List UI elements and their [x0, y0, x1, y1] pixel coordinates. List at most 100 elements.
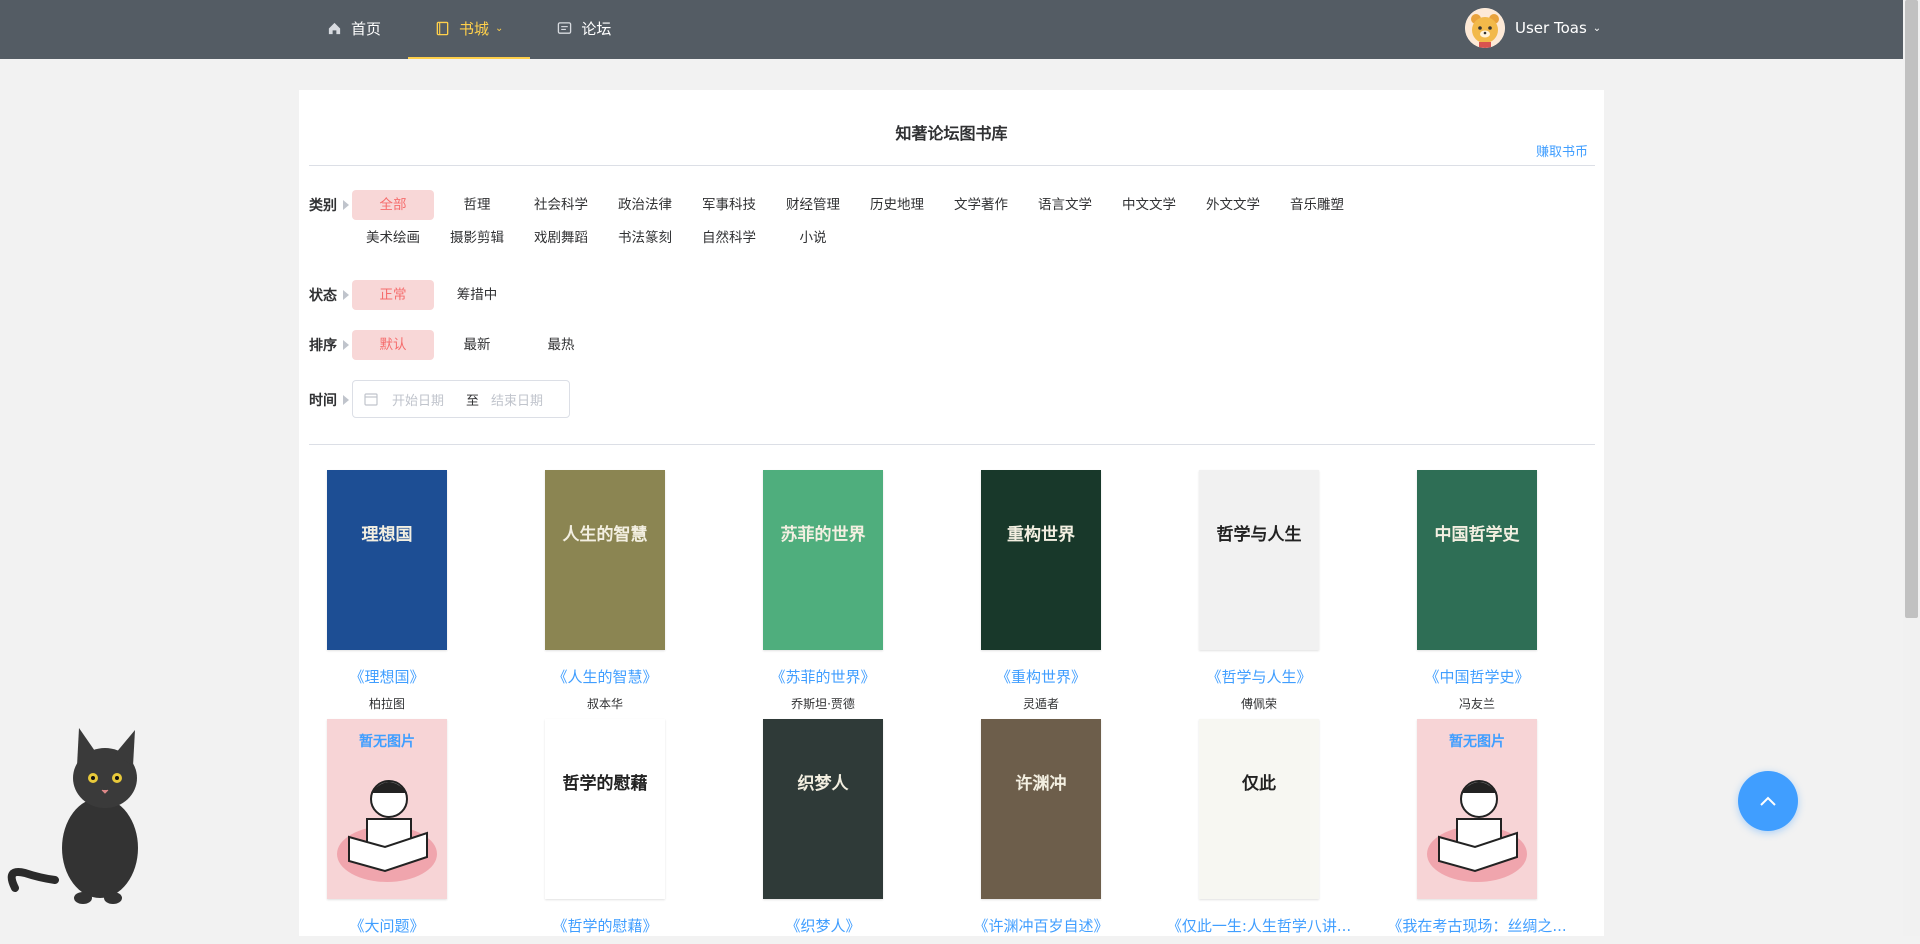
earn-coins-link[interactable]: 赚取书币 — [1536, 141, 1588, 160]
category-option[interactable]: 军事科技 — [688, 190, 770, 220]
book-title-link[interactable]: 《人生的智慧》 — [505, 666, 705, 687]
bear-avatar-icon — [1465, 8, 1505, 48]
no-image-label: 暂无图片 — [359, 734, 415, 750]
book-title-link[interactable]: 《许渊冲百岁自述》 — [941, 915, 1141, 936]
scrollbar-thumb[interactable] — [1905, 0, 1918, 618]
category-option[interactable]: 音乐雕塑 — [1276, 190, 1358, 220]
sort-option[interactable]: 最热 — [520, 330, 602, 360]
book-author: 傅佩荣 — [1240, 697, 1277, 711]
book-cover[interactable]: 暂无图片 — [327, 719, 447, 899]
book-title-link[interactable]: 《仅此一生:人生哲学八讲... — [1159, 915, 1359, 936]
book-cover[interactable]: 仅此 — [1199, 719, 1319, 899]
category-option[interactable]: 中文文学 — [1108, 190, 1190, 220]
book-item: 中国哲学史 《中国哲学史》 冯友兰 — [1377, 470, 1577, 712]
status-option[interactable]: 正常 — [352, 280, 434, 310]
nav-item-label: 首页 — [351, 20, 382, 38]
book-cover[interactable]: 哲学与人生 — [1199, 470, 1319, 650]
nav-item-label: 论坛 — [581, 20, 612, 38]
book-item: 人生的智慧《人生的智慧》叔本华 — [505, 470, 705, 712]
book-cover[interactable]: 理想国 — [327, 470, 447, 650]
book-item: 理想国 《理想国》 柏拉图 — [287, 470, 487, 712]
category-option[interactable]: 语言文学 — [1024, 190, 1106, 220]
book-author: 叔本华 — [586, 697, 623, 711]
book-item: 暂无图片 《大问题》 — [287, 719, 487, 944]
cover-title: 中国哲学史 — [1434, 525, 1520, 545]
sort-option[interactable]: 最新 — [436, 330, 518, 360]
avatar — [1465, 8, 1505, 48]
book-icon — [436, 21, 449, 36]
back-to-top-button[interactable] — [1738, 771, 1798, 831]
book-item: 哲学的慰藉《哲学的慰藉》 — [505, 719, 705, 944]
category-option[interactable]: 自然科学 — [688, 223, 770, 253]
status-option[interactable]: 筹措中 — [436, 280, 518, 310]
category-option[interactable]: 小说 — [772, 223, 854, 253]
cat-mascot-icon — [7, 728, 138, 904]
book-cover[interactable]: 人生的智慧 — [545, 470, 665, 650]
book-item: 许渊冲《许渊冲百岁自述》 — [941, 719, 1141, 944]
cover-title: 织梦人 — [797, 774, 849, 794]
book-cover[interactable]: 中国哲学史 — [1417, 470, 1537, 650]
book-cover[interactable]: 哲学的慰藉 — [545, 719, 665, 899]
book-title-link[interactable]: 《大问题》 — [287, 915, 487, 936]
cover-title: 哲学的慰藉 — [562, 774, 648, 794]
caret-right-icon — [343, 395, 349, 405]
category-option[interactable]: 美术绘画 — [352, 223, 434, 253]
book-title-link[interactable]: 《哲学与人生》 — [1159, 666, 1359, 687]
end-date-input[interactable]: 结束日期 — [491, 390, 561, 409]
user-name: User Toas — [1515, 19, 1587, 37]
category-option[interactable]: 政治法律 — [604, 190, 686, 220]
divider — [309, 165, 1595, 166]
book-title-link[interactable]: 《重构世界》 — [941, 666, 1141, 687]
book-title-link[interactable]: 《我在考古现场：丝绸之... — [1377, 915, 1577, 936]
book-cover[interactable]: 苏菲的世界 — [763, 470, 883, 650]
nav-item-forum[interactable]: 论坛 — [530, 0, 638, 59]
book-cover[interactable]: 许渊冲 — [981, 719, 1101, 899]
book-cover[interactable]: 重构世界 — [981, 470, 1101, 650]
filter-label-sort: 排序 — [309, 330, 349, 360]
book-item: 仅此《仅此一生:人生哲学八讲... — [1159, 719, 1359, 944]
start-date-input[interactable]: 开始日期 — [392, 390, 458, 409]
chevron-down-icon: ⌄ — [1592, 22, 1602, 34]
reader-illustration-icon — [1427, 780, 1527, 882]
book-item: 暂无图片《我在考古现场：丝绸之... — [1377, 719, 1577, 944]
calendar-icon — [364, 393, 378, 406]
sort-option[interactable]: 默认 — [352, 330, 434, 360]
home-icon — [328, 22, 341, 35]
nav-item-home[interactable]: 首页 — [300, 0, 408, 59]
book-item: 织梦人 《织梦人》 — [723, 719, 923, 944]
category-option[interactable]: 书法篆刻 — [604, 223, 686, 253]
category-option[interactable]: 历史地理 — [856, 190, 938, 220]
category-option[interactable]: 社会科学 — [520, 190, 602, 220]
book-author: 灵遁者 — [1022, 697, 1059, 711]
divider — [309, 444, 1595, 445]
cover-title: 哲学与人生 — [1216, 525, 1302, 545]
book-cover[interactable]: 织梦人 — [763, 719, 883, 899]
book-title-link[interactable]: 《织梦人》 — [723, 915, 923, 936]
category-option[interactable]: 哲理 — [436, 190, 518, 220]
category-option[interactable]: 摄影剪辑 — [436, 223, 518, 253]
date-range-picker[interactable]: 开始日期 至 结束日期 — [352, 380, 570, 418]
book-title-link[interactable]: 《哲学的慰藉》 — [505, 915, 705, 936]
book-title-link[interactable]: 《理想国》 — [287, 666, 487, 687]
book-title-link[interactable]: 《苏菲的世界》 — [723, 666, 923, 687]
category-option[interactable]: 全部 — [352, 190, 434, 220]
cover-title: 人生的智慧 — [562, 525, 648, 545]
category-option[interactable]: 文学著作 — [940, 190, 1022, 220]
book-author: 乔斯坦·贾德 — [791, 697, 855, 711]
caret-right-icon — [343, 200, 349, 210]
category-option[interactable]: 外文文学 — [1192, 190, 1274, 220]
category-option[interactable]: 戏剧舞蹈 — [520, 223, 602, 253]
nav-item-bookstore[interactable]: 书城 ⌄ — [408, 0, 531, 59]
filter-label-status: 状态 — [309, 280, 349, 310]
main-nav: 首页 书城 ⌄ 论坛 — [300, 0, 638, 59]
category-option[interactable]: 财经管理 — [772, 190, 854, 220]
book-cover[interactable]: 暂无图片 — [1417, 719, 1537, 899]
cover-title: 仅此 — [1242, 774, 1276, 794]
user-menu[interactable]: User Toas ⌄ — [1465, 8, 1601, 48]
nav-item-label: 书城 — [459, 20, 490, 38]
forum-icon — [558, 22, 572, 34]
book-title-link[interactable]: 《中国哲学史》 — [1377, 666, 1577, 687]
reader-illustration-icon — [337, 780, 437, 882]
filter-label-text: 类别 — [309, 198, 337, 214]
cover-title: 许渊冲 — [1015, 774, 1067, 794]
